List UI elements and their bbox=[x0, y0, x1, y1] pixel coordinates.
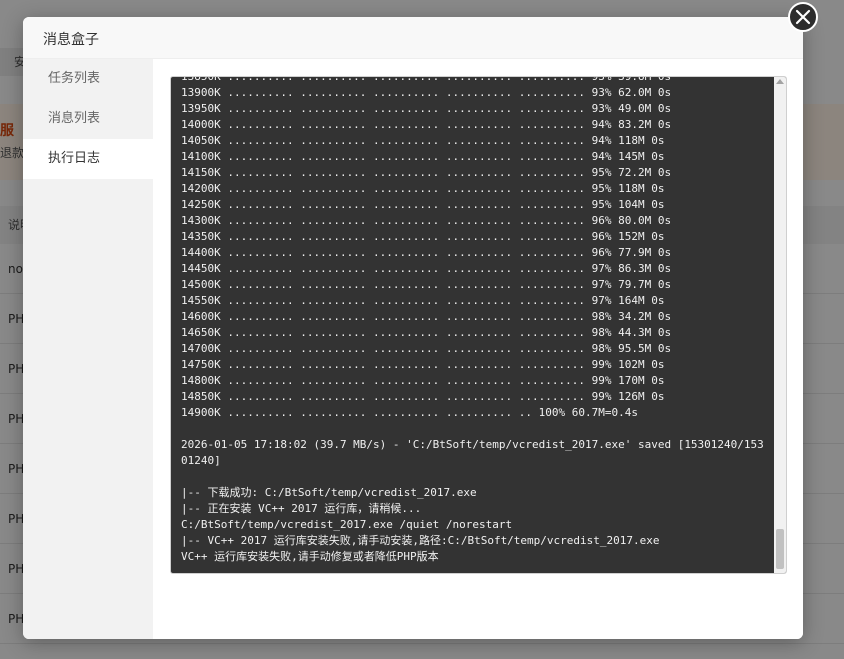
modal-title: 消息盒子 bbox=[43, 32, 99, 48]
log-line: 14000K .......... .......... .......... … bbox=[181, 118, 672, 131]
message-box-modal: 消息盒子 任务列表 消息列表 执行日志 13850K .......... ..… bbox=[23, 17, 803, 639]
log-line: 13900K .......... .......... .......... … bbox=[181, 86, 672, 99]
log-line: 14250K .......... .......... .......... … bbox=[181, 198, 665, 211]
modal-sidebar: 任务列表 消息列表 执行日志 bbox=[23, 59, 153, 639]
log-line: 14400K .......... .......... .......... … bbox=[181, 246, 672, 259]
log-line: |-- 下载成功: C:/BtSoft/temp/vcredist_2017.e… bbox=[181, 486, 477, 499]
sidebar-item-message-list[interactable]: 消息列表 bbox=[23, 99, 153, 139]
scroll-up-arrow-icon[interactable] bbox=[776, 79, 784, 84]
log-line: 14350K .......... .......... .......... … bbox=[181, 230, 665, 243]
sidebar-item-task-list[interactable]: 任务列表 bbox=[23, 59, 153, 99]
console-scrollbar[interactable] bbox=[774, 77, 786, 573]
log-line: 14500K .......... .......... .......... … bbox=[181, 278, 672, 291]
modal-header: 消息盒子 bbox=[23, 17, 803, 59]
log-line: 14600K .......... .......... .......... … bbox=[181, 310, 672, 323]
log-line: 14800K .......... .......... .......... … bbox=[181, 374, 665, 387]
log-text: 13850K .......... .......... .......... … bbox=[181, 76, 766, 565]
log-line: 2026-01-05 17:18:02 (39.7 MB/s) - 'C:/Bt… bbox=[181, 438, 764, 467]
log-line: VC++ 运行库安装失败,请手动修复或者降低PHP版本 bbox=[181, 550, 439, 563]
log-line: 13950K .......... .......... .......... … bbox=[181, 102, 672, 115]
log-line: 14200K .......... .......... .......... … bbox=[181, 182, 665, 195]
log-line: 14850K .......... .......... .......... … bbox=[181, 390, 665, 403]
log-line: |-- 正在安装 VC++ 2017 运行库，请稍候... bbox=[181, 502, 422, 515]
log-line: 14750K .......... .......... .......... … bbox=[181, 358, 665, 371]
log-line: 14450K .......... .......... .......... … bbox=[181, 262, 672, 275]
log-line: 14550K .......... .......... .......... … bbox=[181, 294, 665, 307]
close-button[interactable] bbox=[788, 2, 818, 32]
log-line: 14650K .......... .......... .......... … bbox=[181, 326, 672, 339]
log-line: 14900K .......... .......... .......... … bbox=[181, 406, 638, 419]
close-icon bbox=[795, 9, 811, 25]
log-line: 14300K .......... .......... .......... … bbox=[181, 214, 672, 227]
log-line: C:/BtSoft/temp/vcredist_2017.exe /quiet … bbox=[181, 518, 513, 531]
log-line: 14150K .......... .......... .......... … bbox=[181, 166, 672, 179]
sidebar-item-execution-log[interactable]: 执行日志 bbox=[23, 139, 153, 179]
log-line: 14050K .......... .......... .......... … bbox=[181, 134, 665, 147]
log-line: 13850K .......... .......... .......... … bbox=[181, 76, 672, 83]
log-console[interactable]: 13850K .......... .......... .......... … bbox=[170, 76, 787, 574]
log-line: 14700K .......... .......... .......... … bbox=[181, 342, 672, 355]
log-line: 14100K .......... .......... .......... … bbox=[181, 150, 665, 163]
scroll-thumb[interactable] bbox=[776, 529, 784, 569]
modal-content: 13850K .......... .......... .......... … bbox=[153, 59, 803, 639]
log-line: |-- VC++ 2017 运行库安装失败,请手动安装,路径:C:/BtSoft… bbox=[181, 534, 660, 547]
